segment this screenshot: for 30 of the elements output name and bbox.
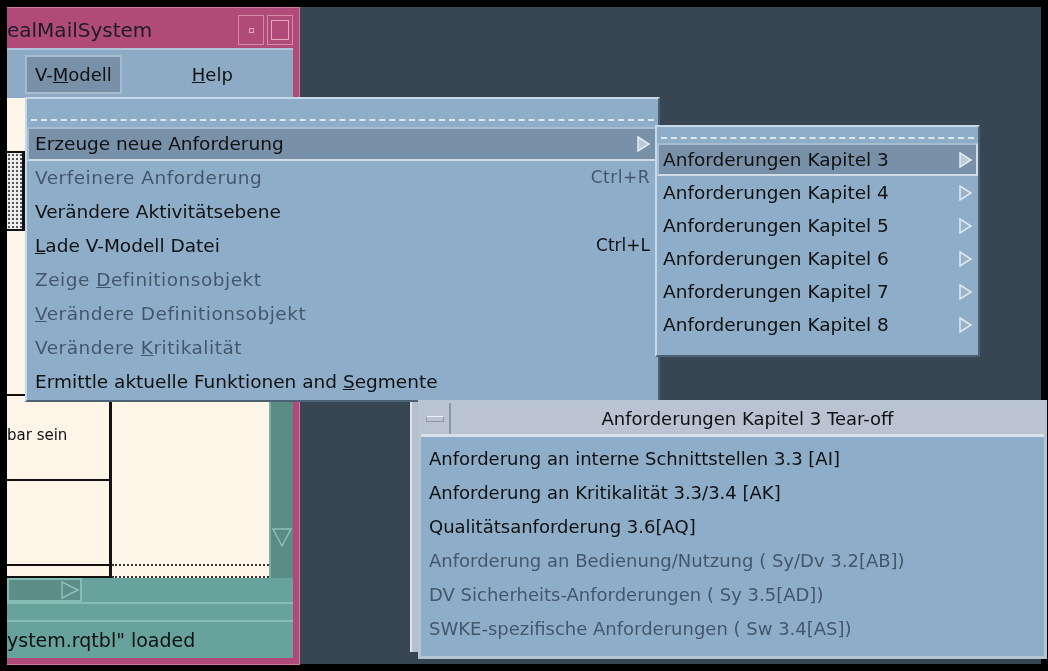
menu-item[interactable]: Erzeuge neue Anforderung: [27, 127, 658, 161]
menu-bar-item[interactable]: V-Modell: [25, 54, 122, 94]
window-title: Anforderungen Kapitel 3 Tear-off: [600, 407, 895, 431]
submenu-arrow-icon: [958, 184, 972, 201]
window-title: ealMailSystem: [7, 17, 154, 44]
submenu-item[interactable]: Anforderungen Kapitel 4: [657, 176, 978, 209]
submenu-arrow-icon: [958, 283, 972, 300]
menu-item[interactable]: Verändere Aktivitätsebene: [27, 195, 658, 229]
table-cell-text: bar sein: [7, 425, 68, 446]
submenu-arrow-icon: [958, 250, 972, 267]
menu-item[interactable]: Lade V-Modell Datei Ctrl+L: [27, 229, 658, 263]
scroll-down-arrow-icon[interactable]: [271, 526, 293, 548]
menu-bar-item[interactable]: Help: [181, 54, 243, 94]
menu-item[interactable]: Anforderung an interne Schnittstellen 3.3 [AI]: [421, 441, 1044, 475]
submenu-item[interactable]: Anforderungen Kapitel 8: [657, 308, 978, 341]
submenu-arrow-icon: [958, 151, 972, 168]
submenu-item[interactable]: Anforderungen Kapitel 3: [657, 143, 978, 176]
submenu-item[interactable]: Anforderungen Kapitel 7: [657, 275, 978, 308]
submenu-item[interactable]: Anforderungen Kapitel 6: [657, 242, 978, 275]
menu-item[interactable]: Anforderung an Kritikalität 3.3/3.4 [AK]: [421, 475, 1044, 509]
menu-item[interactable]: Ermittle aktuelle Funktionen and Segmente: [27, 365, 658, 399]
submenu-item[interactable]: Anforderungen Kapitel 5: [657, 209, 978, 242]
menu-item[interactable]: Qualitätsanforderung 3.6[AQ]: [421, 509, 1044, 543]
maximize-button[interactable]: [267, 15, 293, 45]
minimize-button[interactable]: [238, 15, 264, 45]
submenu-arrow-icon: [958, 217, 972, 234]
horizontal-scrollbar[interactable]: [7, 578, 82, 602]
submenu-arrow-icon: [958, 316, 972, 333]
scroll-right-arrow-icon[interactable]: [60, 580, 80, 600]
status-bar: ystem.rqtbl" loaded: [7, 620, 293, 658]
